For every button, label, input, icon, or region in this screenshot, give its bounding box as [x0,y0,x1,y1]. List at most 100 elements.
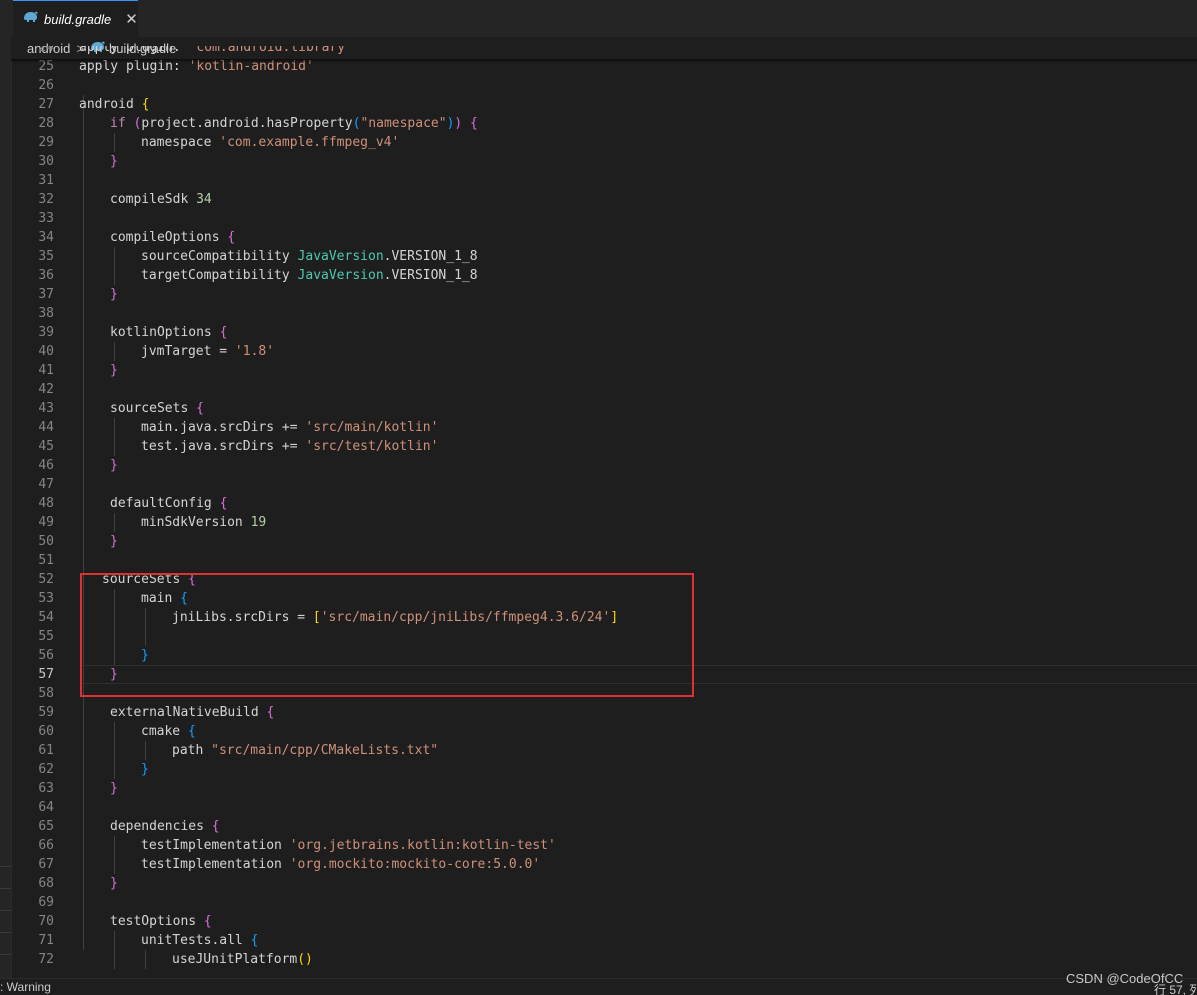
code-token: main [141,591,181,606]
code-token: .VERSION_1_8 [383,249,478,264]
code-token: } [110,458,118,473]
code-line[interactable]: 71 unitTests.all { [11,931,1197,950]
line-number: 52 [38,572,54,587]
code-line[interactable]: 37} [11,285,1197,304]
code-line[interactable]: 39 kotlinOptions { [11,323,1197,342]
code-line[interactable]: 48 defaultConfig { [11,494,1197,513]
code-line[interactable]: 31 [11,171,1197,190]
code-token: compileOptions [110,230,228,245]
code-text: compileOptions { [110,228,235,247]
code-token: "namespace" [360,116,447,131]
code-line[interactable]: 26 [11,76,1197,95]
code-line[interactable]: 45 test.java.srcDirs += 'src/test/kotlin' [11,437,1197,456]
line-number: 30 [38,154,54,169]
code-token: { [227,230,236,245]
code-token: 'com.android.library' [188,46,353,55]
tab-build-gradle[interactable]: build.gradle ✕ [13,0,138,37]
code-editor[interactable]: 24 apply plugin: 'com.android.library' 25 a… [11,46,1197,978]
code-token: .VERSION_1_8 [383,268,478,283]
code-line[interactable]: 44 main.java.srcDirs += 'src/main/kotlin' [11,418,1197,437]
tab-label: build.gradle [44,11,112,27]
code-line[interactable]: 30} [11,152,1197,171]
code-token: { [141,97,150,112]
line-number: 29 [38,135,54,150]
code-line[interactable]: 53 main { [11,589,1197,608]
line-number: 45 [38,439,54,454]
code-line[interactable]: 47 [11,475,1197,494]
line-number: 35 [38,249,54,264]
code-token: testImplementation [141,838,290,853]
code-text: kotlinOptions { [110,323,227,342]
line-number: 24 [38,46,54,55]
code-line[interactable]: 69 [11,893,1197,912]
code-line[interactable]: 24 apply plugin: 'com.android.library' [11,46,1197,57]
code-line[interactable]: 66 testImplementation 'org.jetbrains.kotl… [11,836,1197,855]
code-line[interactable]: 63} [11,779,1197,798]
line-number: 26 [38,78,54,93]
code-line[interactable]: 38 [11,304,1197,323]
code-line[interactable]: 68} [11,874,1197,893]
close-icon[interactable]: ✕ [125,12,138,27]
code-text: externalNativeBuild { [110,703,274,722]
code-line[interactable]: 40 jvmTarget = '1.8' [11,342,1197,361]
code-text: main.java.srcDirs += 'src/main/kotlin' [141,418,438,437]
code-token: { [219,496,228,511]
code-token: kotlinOptions [110,325,220,340]
line-number: 56 [38,648,54,663]
code-line[interactable]: 72 useJUnitPlatform() [11,950,1197,969]
code-token: "src/main/cpp/CMakeLists.txt" [211,743,439,758]
code-line[interactable]: 29 namespace 'com.example.ffmpeg_v4' [11,133,1197,152]
code-line[interactable]: 57} [11,665,1197,684]
code-line[interactable]: 34 compileOptions { [11,228,1197,247]
line-number: 58 [38,686,54,701]
code-line[interactable]: 49 minSdkVersion 19 [11,513,1197,532]
line-number: 46 [38,458,54,473]
code-line[interactable]: 43 sourceSets { [11,399,1197,418]
code-line[interactable]: 46} [11,456,1197,475]
code-line[interactable]: 56} [11,646,1197,665]
code-line[interactable]: 52 sourceSets { [11,570,1197,589]
code-line[interactable]: 55 [11,627,1197,646]
code-token: { [196,401,204,416]
code-token: 34 [196,192,212,207]
code-text: } [110,665,118,684]
code-line[interactable]: 65 dependencies { [11,817,1197,836]
code-text: } [110,152,118,171]
code-line[interactable]: 59 externalNativeBuild { [11,703,1197,722]
code-line[interactable]: 35 sourceCompatibility JavaVersion.VERSIO… [11,247,1197,266]
code-line[interactable]: 51 [11,551,1197,570]
code-line[interactable]: 60 cmake { [11,722,1197,741]
code-text: } [110,779,118,798]
code-text: path "src/main/cpp/CMakeLists.txt" [172,741,438,760]
code-token: { [470,116,478,131]
code-line[interactable]: 28 if (project.android.hasProperty("names… [11,114,1197,133]
code-text: targetCompatibility JavaVersion.VERSION_… [141,266,478,285]
code-line[interactable]: 61 path "src/main/cpp/CMakeLists.txt" [11,741,1197,760]
code-line[interactable]: 27 android { [11,95,1197,114]
line-number: 51 [38,553,54,568]
code-token: 'src/main/kotlin' [305,420,439,435]
code-line[interactable]: 33 [11,209,1197,228]
code-token: { [219,325,228,340]
code-token: ] [610,610,619,625]
code-token: JavaVersion [297,268,384,283]
code-token: namespace [141,135,220,150]
code-line[interactable]: 42 [11,380,1197,399]
code-line[interactable]: 36 targetCompatibility JavaVersion.VERSIO… [11,266,1197,285]
code-line[interactable]: 50} [11,532,1197,551]
code-line[interactable]: 32 compileSdk 34 [11,190,1197,209]
code-token: main.java.srcDirs += [141,420,306,435]
code-line[interactable]: 62} [11,760,1197,779]
code-line[interactable]: 70 testOptions { [11,912,1197,931]
status-warning[interactable]: : Warning [0,980,51,994]
code-line[interactable]: 58 [11,684,1197,703]
code-line[interactable]: 54 jniLibs.srcDirs = ['src/main/cpp/jniLi… [11,608,1197,627]
code-line[interactable]: 67 testImplementation 'org.mockito:mockit… [11,855,1197,874]
code-text: test.java.srcDirs += 'src/test/kotlin' [141,437,438,456]
code-text: android { [79,95,149,114]
code-line[interactable]: 64 [11,798,1197,817]
editor-tab-bar: build.gradle ✕ [11,0,1197,37]
code-line[interactable]: 41} [11,361,1197,380]
line-number: 40 [38,344,54,359]
